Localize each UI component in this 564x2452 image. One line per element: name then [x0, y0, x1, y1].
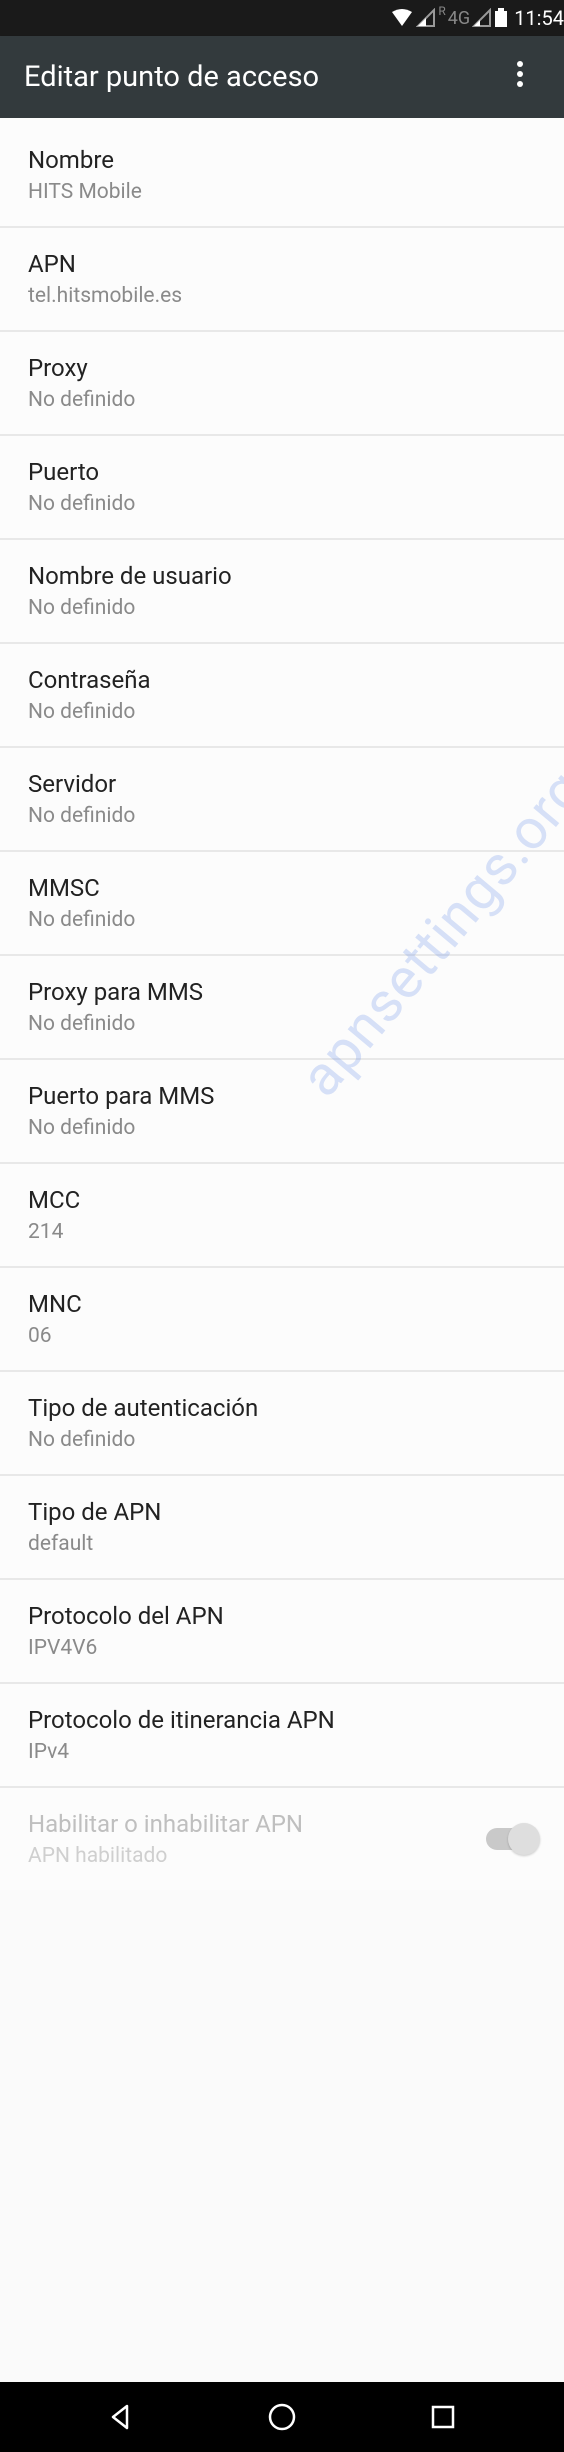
settings-list: Nombre HITS Mobile APN tel.hitsmobile.es… — [0, 118, 564, 1890]
row-protocolo-itinerancia[interactable]: Protocolo de itinerancia APN IPv4 — [0, 1684, 564, 1788]
field-label: Servidor — [28, 770, 536, 798]
home-icon — [267, 2402, 297, 2432]
field-label: Tipo de APN — [28, 1498, 536, 1526]
overflow-menu-icon[interactable] — [500, 60, 540, 95]
wifi-icon — [390, 8, 414, 28]
signal-icon — [472, 8, 492, 28]
field-value: No definido — [28, 1116, 536, 1140]
row-mnc[interactable]: MNC 06 — [0, 1268, 564, 1372]
field-value: No definido — [28, 700, 536, 724]
network-label: 4G — [448, 8, 470, 29]
field-value: APN habilitado — [28, 1844, 466, 1868]
roaming-label: R — [438, 4, 445, 18]
field-value: No definido — [28, 492, 536, 516]
field-value: No definido — [28, 1012, 536, 1036]
row-tipo-apn[interactable]: Tipo de APN default — [0, 1476, 564, 1580]
navigation-bar — [0, 2382, 564, 2452]
row-usuario[interactable]: Nombre de usuario No definido — [0, 540, 564, 644]
row-puerto-mms[interactable]: Puerto para MMS No definido — [0, 1060, 564, 1164]
field-label: Nombre de usuario — [28, 562, 536, 590]
field-label: Protocolo de itinerancia APN — [28, 1706, 536, 1734]
field-value: default — [28, 1532, 536, 1556]
back-icon — [107, 2403, 135, 2431]
row-servidor[interactable]: Servidor No definido — [0, 748, 564, 852]
row-apn[interactable]: APN tel.hitsmobile.es — [0, 228, 564, 332]
field-value: tel.hitsmobile.es — [28, 284, 536, 308]
back-button[interactable] — [101, 2397, 141, 2437]
field-value: No definido — [28, 908, 536, 932]
field-label: Proxy para MMS — [28, 978, 536, 1006]
app-bar: Editar punto de acceso — [0, 36, 564, 118]
status-icons: R 4G 11:54 — [390, 6, 564, 30]
battery-icon — [494, 8, 508, 28]
row-contrasena[interactable]: Contraseña No definido — [0, 644, 564, 748]
recent-button[interactable] — [423, 2397, 463, 2437]
field-value: No definido — [28, 1428, 536, 1452]
field-label: MMSC — [28, 874, 536, 902]
row-mcc[interactable]: MCC 214 — [0, 1164, 564, 1268]
row-habilitar-apn: Habilitar o inhabilitar APN APN habilita… — [0, 1788, 564, 1890]
row-proxy[interactable]: Proxy No definido — [0, 332, 564, 436]
field-label: Puerto — [28, 458, 536, 486]
field-label: MNC — [28, 1290, 536, 1318]
status-bar: R 4G 11:54 — [0, 0, 564, 36]
field-value: No definido — [28, 388, 536, 412]
field-label: Proxy — [28, 354, 536, 382]
row-protocolo-apn[interactable]: Protocolo del APN IPV4V6 — [0, 1580, 564, 1684]
field-label: Puerto para MMS — [28, 1082, 536, 1110]
clock: 11:54 — [514, 6, 564, 30]
recent-icon — [430, 2404, 456, 2430]
row-puerto[interactable]: Puerto No definido — [0, 436, 564, 540]
field-label: APN — [28, 250, 536, 278]
field-value: IPV4V6 — [28, 1636, 536, 1660]
field-label: Contraseña — [28, 666, 536, 694]
field-value: No definido — [28, 596, 536, 620]
row-mmsc[interactable]: MMSC No definido — [0, 852, 564, 956]
field-value: 06 — [28, 1324, 536, 1348]
home-button[interactable] — [262, 2397, 302, 2437]
signal-roaming-icon — [416, 8, 436, 28]
field-value: HITS Mobile — [28, 180, 536, 204]
field-label: MCC — [28, 1186, 536, 1214]
row-nombre[interactable]: Nombre HITS Mobile — [0, 118, 564, 228]
field-value: IPv4 — [28, 1740, 536, 1764]
toggle-switch — [486, 1828, 536, 1850]
field-label: Nombre — [28, 146, 536, 174]
field-value: 214 — [28, 1220, 536, 1244]
field-label: Protocolo del APN — [28, 1602, 536, 1630]
page-title: Editar punto de acceso — [24, 60, 319, 94]
row-proxy-mms[interactable]: Proxy para MMS No definido — [0, 956, 564, 1060]
field-label: Habilitar o inhabilitar APN — [28, 1810, 466, 1838]
field-label: Tipo de autenticación — [28, 1394, 536, 1422]
field-value: No definido — [28, 804, 536, 828]
row-tipo-auth[interactable]: Tipo de autenticación No definido — [0, 1372, 564, 1476]
